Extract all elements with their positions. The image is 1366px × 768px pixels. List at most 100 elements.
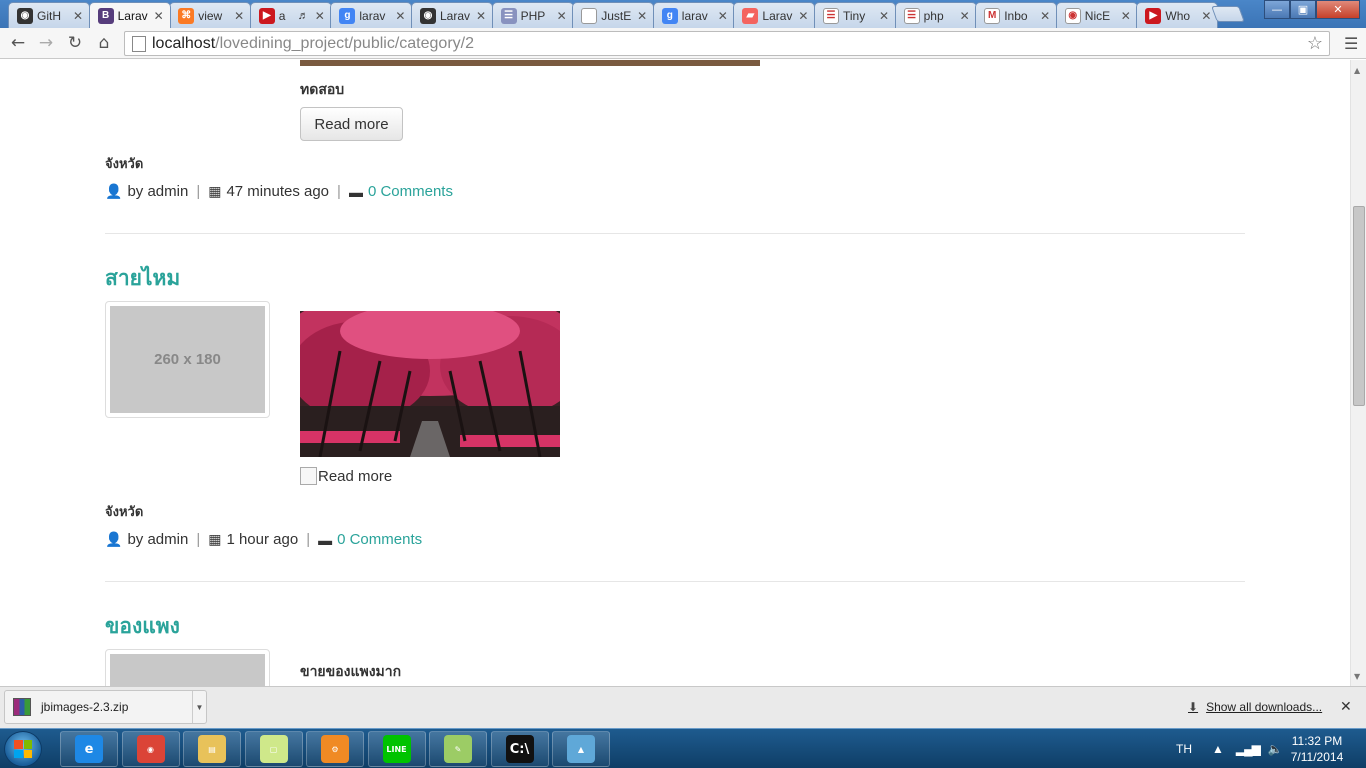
download-item[interactable]: jbimages-2.3.zip ▼ (4, 690, 207, 724)
taskbar-button[interactable]: C:\ (490, 731, 549, 767)
close-tab-icon[interactable]: ✕ (877, 9, 891, 23)
tab-14[interactable]: ▶ Who ✕ (1136, 2, 1219, 28)
post-photo (300, 311, 560, 457)
tab-8[interactable]: g larav ✕ (652, 2, 735, 28)
forward-icon[interactable]: → (34, 32, 58, 54)
tab-11[interactable]: ☰ php ✕ (894, 2, 977, 28)
clock[interactable]: 11:32 PM 7/11/2014 (1282, 733, 1352, 765)
taskbar-button[interactable]: ◉ (121, 731, 180, 767)
taskbar-button[interactable]: ▤ (183, 731, 241, 767)
tab-7[interactable]: JustE ✕ (572, 2, 655, 28)
tab-13[interactable]: ◉ NicE ✕ (1055, 2, 1138, 28)
network-icon[interactable]: ▂▄▆ (1236, 742, 1261, 756)
read-more-label[interactable]: Read more (318, 468, 392, 485)
close-tab-icon[interactable]: ✕ (958, 9, 972, 23)
close-tab-icon[interactable]: ✕ (1199, 9, 1213, 23)
scroll-down-icon[interactable]: ▼ (1354, 672, 1360, 681)
tab-4[interactable]: g larav ✕ (330, 2, 413, 28)
close-tab-icon[interactable]: ✕ (555, 9, 569, 23)
post-thumbnail: 260 x 180 (105, 301, 270, 418)
vertical-scrollbar[interactable]: ▲ ▼ (1350, 60, 1366, 686)
comments-link[interactable]: 0 Comments (368, 183, 453, 200)
scroll-up-icon[interactable]: ▲ (1354, 66, 1360, 75)
tab-2[interactable]: ⌘ view ✕ (169, 2, 252, 28)
new-tab-button[interactable] (1211, 6, 1245, 22)
tab-5[interactable]: ◉ Larav ✕ (411, 2, 493, 28)
chrome-icon: ◉ (136, 735, 165, 763)
minimize-button[interactable]: — (1264, 0, 1290, 19)
reload-icon[interactable]: ↻ (63, 32, 87, 54)
taskbar-button[interactable]: LINE (367, 731, 426, 767)
thumbnail-placeholder (110, 654, 265, 686)
taskbar-button[interactable]: ⚙ (306, 731, 364, 767)
home-icon[interactable]: ⌂ (92, 32, 116, 54)
taskbar-button[interactable]: ✎ (429, 731, 487, 767)
user-icon: 👤 (105, 183, 123, 199)
start-button[interactable] (4, 731, 42, 767)
tab-6[interactable]: ☰ PHP ✕ (491, 2, 574, 28)
divider: | (196, 531, 201, 548)
comments-link[interactable]: 0 Comments (337, 531, 422, 548)
bookmark-star-icon[interactable]: ☆ (1307, 33, 1323, 54)
close-window-button[interactable]: ✕ (1316, 0, 1360, 19)
broken-image-icon (300, 467, 317, 485)
divider: | (306, 531, 311, 548)
show-all-label[interactable]: Show all downloads... (1206, 700, 1322, 714)
tab-3[interactable]: ▶ a ♬ ✕ (249, 2, 332, 28)
close-tab-icon[interactable]: ✕ (716, 9, 730, 23)
close-tab-icon[interactable]: ✕ (1038, 9, 1052, 23)
maximize-button[interactable]: ▣ (1290, 0, 1316, 19)
tab-0[interactable]: ◉ GitH ✕ (8, 2, 90, 28)
post-title[interactable]: ของแพง (105, 610, 180, 643)
scroll-thumb[interactable] (1353, 206, 1365, 406)
post-time: 47 minutes ago (226, 183, 330, 200)
tab-10[interactable]: ☰ Tiny ✕ (814, 2, 896, 28)
close-tab-icon[interactable]: ✕ (635, 9, 649, 23)
post-author: by admin (127, 531, 189, 548)
close-shelf-icon[interactable]: ✕ (1340, 698, 1352, 715)
taskbar-button[interactable]: ▲ (552, 731, 610, 767)
close-tab-icon[interactable]: ✕ (1119, 9, 1133, 23)
php-icon: ☰ (500, 7, 517, 24)
taskbar-button[interactable]: e (60, 731, 118, 767)
tab-1[interactable]: B Larav ✕ (88, 2, 171, 28)
tab-label: larav (681, 8, 708, 23)
explorer-icon: ▤ (198, 735, 226, 763)
volume-icon[interactable]: 🔈 (1268, 742, 1283, 756)
close-tab-icon[interactable]: ✕ (796, 9, 810, 23)
address-bar[interactable]: localhost/lovedining_project/public/cate… (124, 31, 1330, 56)
show-all-downloads-link[interactable]: ⬇ Show all downloads... (1188, 700, 1322, 714)
post-author: by admin (127, 183, 189, 200)
tab-9[interactable]: ▰ Larav ✕ (733, 2, 816, 28)
show-hidden-icons[interactable]: ▲ (1212, 742, 1224, 756)
close-tab-icon[interactable]: ✕ (393, 9, 407, 23)
taskbar-button[interactable]: ▢ (244, 731, 303, 767)
language-indicator[interactable]: TH (1176, 742, 1192, 756)
nicedit-icon: ◉ (1064, 7, 1081, 24)
tab-strip: ◉ GitH ✕ B Larav ✕ ⌘ view ✕ ▶ a ♬ ✕ g larav ✕ ◉ Larav ✕ ☰ PH… (0, 0, 1366, 28)
clock-time: 11:32 PM (1291, 734, 1343, 748)
download-options-icon[interactable]: ▼ (192, 691, 206, 723)
youtube-icon: ▶ (1145, 7, 1162, 24)
tab-label: php (923, 8, 944, 23)
tab-12[interactable]: M Inbo ✕ (975, 2, 1058, 28)
post-meta: 👤 by admin | ▦ 1 hour ago | ▬ 0 Comments (105, 531, 422, 548)
youtube-icon: ▶ (258, 7, 275, 24)
clock-date: 7/11/2014 (1290, 750, 1344, 764)
back-icon[interactable]: ← (6, 32, 30, 54)
read-more-button[interactable]: Read more (300, 107, 403, 141)
chrome-menu-icon[interactable]: ☰ (1344, 34, 1360, 53)
tab-label: view (198, 8, 223, 23)
tab-label: Larav (440, 8, 471, 23)
url-path: /lovedining_project/public/category/2 (215, 34, 474, 52)
close-tab-icon[interactable]: ✕ (71, 9, 85, 23)
tinymce-icon: ☰ (823, 7, 839, 24)
github-icon: ◉ (17, 7, 33, 24)
close-tab-icon[interactable]: ✕ (152, 9, 166, 23)
read-more-link[interactable]: Read more (300, 467, 392, 485)
close-tab-icon[interactable]: ✕ (232, 9, 246, 23)
post-title[interactable]: สายไหม (105, 262, 180, 295)
close-tab-icon[interactable]: ✕ (474, 9, 488, 23)
close-tab-icon[interactable]: ✕ (313, 9, 327, 23)
download-filename[interactable]: jbimages-2.3.zip (41, 700, 128, 714)
